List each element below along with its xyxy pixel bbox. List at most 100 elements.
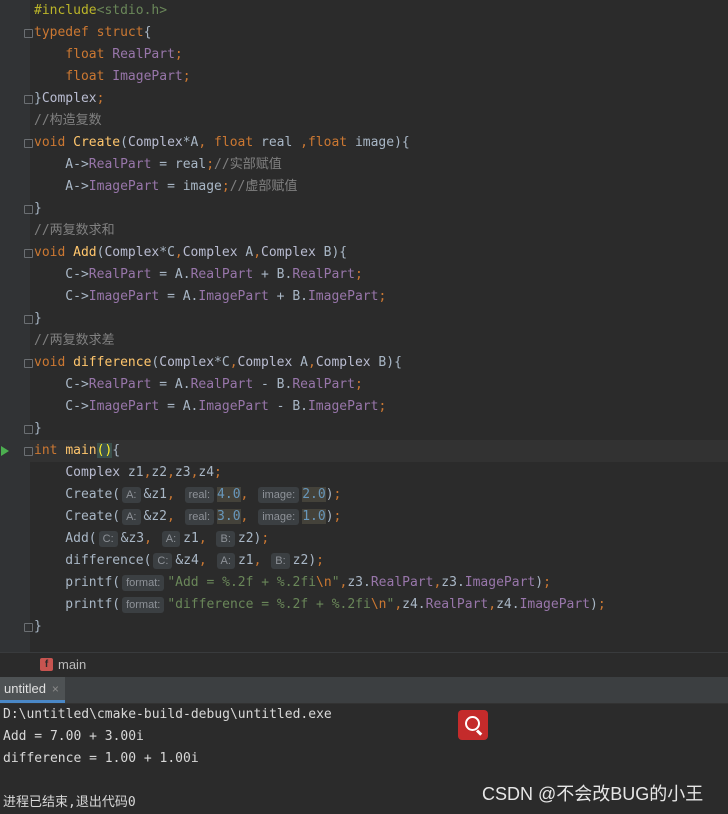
tab-untitled[interactable]: untitled × bbox=[0, 677, 65, 703]
code-token: { bbox=[143, 25, 152, 40]
code-token: , bbox=[300, 135, 308, 150]
fold-marker-icon[interactable] bbox=[24, 205, 33, 214]
code-token: printf( bbox=[34, 575, 121, 590]
fold-marker-icon[interactable] bbox=[24, 95, 33, 104]
code-token: z2 bbox=[151, 465, 168, 480]
code-token: z4 bbox=[198, 465, 215, 480]
code-token: , bbox=[198, 135, 215, 150]
code-token: = A. bbox=[151, 377, 191, 392]
code-token: C-> bbox=[34, 267, 89, 282]
code-token: , bbox=[174, 245, 183, 260]
tab-label: untitled bbox=[4, 681, 46, 696]
code-token: z3. bbox=[441, 575, 465, 590]
code-token: real bbox=[261, 135, 301, 150]
code-line[interactable]: //构造复数 bbox=[34, 110, 102, 132]
code-token: ImagePart bbox=[198, 289, 269, 304]
fold-marker-icon[interactable] bbox=[24, 139, 33, 148]
code-line[interactable]: float RealPart; bbox=[34, 44, 182, 66]
code-line[interactable]: Create(A: &z1, real: 4.0, image: 2.0); bbox=[34, 484, 341, 506]
run-gutter-icon[interactable] bbox=[1, 446, 9, 456]
code-token: , bbox=[229, 355, 238, 370]
code-token: float bbox=[307, 135, 355, 150]
code-line[interactable]: C->RealPart = A.RealPart - B.RealPart; bbox=[34, 374, 362, 396]
code-line[interactable]: } bbox=[34, 616, 42, 638]
fold-marker-icon[interactable] bbox=[24, 447, 33, 456]
search-button[interactable] bbox=[458, 710, 488, 740]
code-token: float bbox=[214, 135, 262, 150]
code-token: ImagePart bbox=[307, 289, 379, 304]
code-line[interactable]: #include<stdio.h> bbox=[34, 0, 167, 22]
code-token: ImagePart bbox=[88, 289, 160, 304]
code-line[interactable]: Create(A: &z2, real: 3.0, image: 1.0); bbox=[34, 506, 341, 528]
code-line[interactable]: A->RealPart = real;//实部赋值 bbox=[34, 154, 282, 176]
code-token: A-> bbox=[34, 179, 89, 194]
current-line-highlight bbox=[30, 440, 728, 462]
code-token: \n bbox=[316, 575, 332, 590]
code-token: () bbox=[96, 443, 113, 458]
code-token: ImagePart bbox=[198, 399, 269, 414]
code-line[interactable]: void Add(Complex*C,Complex A,Complex B){ bbox=[34, 242, 347, 264]
code-token: ; bbox=[182, 69, 191, 84]
code-token: , bbox=[253, 553, 270, 568]
fold-marker-icon[interactable] bbox=[24, 29, 33, 38]
code-line[interactable]: printf(format: "Add = %.2f + %.2fi\n",z3.… bbox=[34, 572, 551, 594]
code-line[interactable]: A->ImagePart = image;//虚部赋值 bbox=[34, 176, 297, 198]
code-line[interactable]: //两复数求差 bbox=[34, 330, 115, 352]
code-line[interactable]: C->ImagePart = A.ImagePart + B.ImagePart… bbox=[34, 286, 386, 308]
code-token: { bbox=[112, 443, 121, 458]
code-token: &z2 bbox=[143, 509, 167, 524]
code-token: Complex bbox=[237, 355, 293, 370]
console-line: difference = 1.00 + 1.00i bbox=[3, 751, 199, 766]
code-line[interactable]: } bbox=[34, 308, 42, 330]
code-token: ; bbox=[378, 289, 387, 304]
code-line[interactable]: C->RealPart = A.RealPart + B.RealPart; bbox=[34, 264, 362, 286]
breadcrumb-item-main[interactable]: main bbox=[58, 657, 86, 672]
fold-marker-icon[interactable] bbox=[24, 359, 33, 368]
code-token: \n bbox=[370, 597, 387, 612]
code-token: image){ bbox=[354, 135, 410, 150]
code-token: //实部赋值 bbox=[214, 157, 282, 172]
code-line[interactable]: C->ImagePart = A.ImagePart - B.ImagePart… bbox=[34, 396, 386, 418]
fold-marker-icon[interactable] bbox=[24, 425, 33, 434]
code-line[interactable]: } bbox=[34, 198, 42, 220]
code-token: B){ bbox=[315, 245, 348, 260]
fold-marker-icon[interactable] bbox=[24, 249, 33, 258]
close-icon[interactable]: × bbox=[52, 682, 59, 696]
code-line[interactable]: void Create(Complex*A, float real ,float… bbox=[34, 132, 410, 154]
code-token: <stdio.h> bbox=[96, 3, 168, 18]
code-line[interactable]: Complex z1,z2,z3,z4; bbox=[34, 462, 222, 484]
fold-marker-icon[interactable] bbox=[24, 315, 33, 324]
code-token: z1 bbox=[120, 465, 144, 480]
code-line[interactable]: difference(C: &z4, A: z1, B: z2); bbox=[34, 550, 324, 572]
code-token: A bbox=[237, 245, 254, 260]
code-token: , bbox=[166, 487, 183, 502]
code-token: } bbox=[34, 311, 42, 326]
code-editor[interactable]: #include<stdio.h> typedef struct{ float R… bbox=[0, 0, 728, 652]
code-token: ImagePart bbox=[112, 69, 183, 84]
code-token: = A. bbox=[159, 399, 199, 414]
code-token: = A. bbox=[159, 289, 199, 304]
parameter-hint: image: bbox=[258, 508, 300, 525]
fold-marker-icon[interactable] bbox=[24, 623, 33, 632]
code-line[interactable]: typedef struct{ bbox=[34, 22, 151, 44]
code-token: B){ bbox=[370, 355, 402, 370]
code-token: ; bbox=[316, 553, 324, 568]
code-token: ( bbox=[120, 135, 128, 150]
code-line[interactable]: } bbox=[34, 418, 42, 440]
code-token: "Add = %.2f + %.2fi bbox=[167, 575, 317, 590]
code-token: //两复数求差 bbox=[34, 333, 115, 348]
code-line[interactable]: //两复数求和 bbox=[34, 220, 115, 242]
code-token: = real bbox=[151, 157, 207, 172]
code-line[interactable]: printf(format: "difference = %.2f + %.2fi… bbox=[34, 594, 606, 616]
code-token: ; bbox=[96, 91, 105, 106]
code-line[interactable]: Add(C: &z3, A: z1, B: z2); bbox=[34, 528, 269, 550]
function-icon: f bbox=[40, 658, 53, 671]
code-line[interactable]: float ImagePart; bbox=[34, 66, 191, 88]
code-line[interactable]: int main(){ bbox=[34, 440, 120, 462]
code-line[interactable]: }Complex; bbox=[34, 88, 104, 110]
parameter-hint: real: bbox=[184, 486, 215, 503]
code-line[interactable]: void difference(Complex*C,Complex A,Comp… bbox=[34, 352, 402, 374]
code-token: , bbox=[166, 509, 183, 524]
